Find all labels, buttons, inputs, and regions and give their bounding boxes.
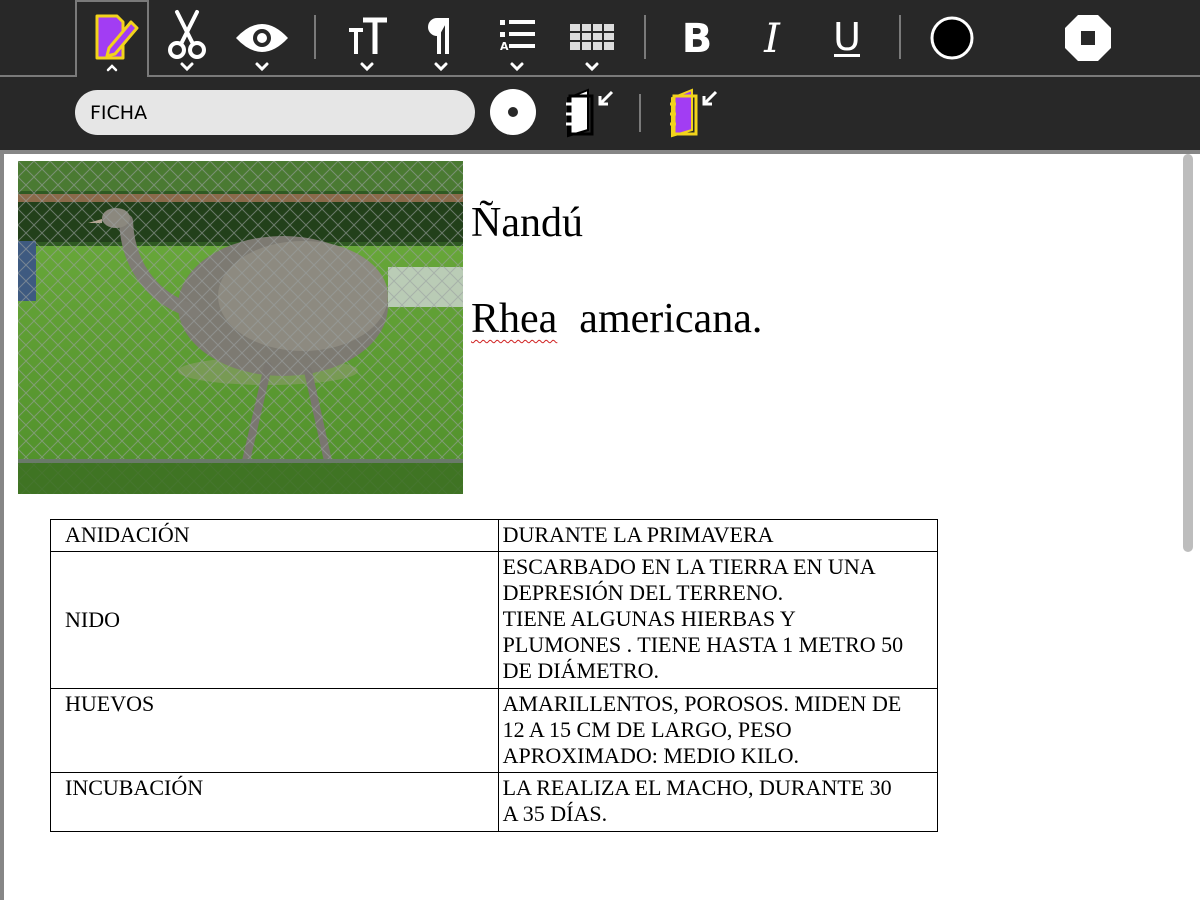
underline-icon: U xyxy=(833,15,861,59)
table-row: INCUBACIÓN LA REALIZA EL MACHO, DURANTE … xyxy=(50,772,939,832)
table-icon xyxy=(570,24,614,72)
view-button[interactable] xyxy=(232,0,292,76)
cell-line: PLUMONES . TIENE HASTA 1 METRO 50 xyxy=(502,632,904,657)
cell-line: A 35 DÍAS. xyxy=(502,801,608,826)
stop-icon xyxy=(1065,15,1111,61)
text-size-icon xyxy=(349,17,387,72)
keep-activity-icon xyxy=(670,88,718,138)
text-button[interactable] xyxy=(337,0,397,76)
rhea-photo xyxy=(18,161,463,494)
table-cell-key[interactable]: INCUBACIÓN xyxy=(50,772,499,832)
share-dot-icon xyxy=(490,89,536,135)
eye-icon xyxy=(236,24,288,72)
italic-icon: I xyxy=(763,16,781,62)
keep-activity-button[interactable] xyxy=(664,84,724,142)
svg-text:I: I xyxy=(763,16,781,62)
pilcrow-icon xyxy=(428,18,449,72)
paragraph-button[interactable] xyxy=(411,0,471,76)
svg-text:B: B xyxy=(682,16,713,62)
numbered-list-icon: A xyxy=(500,20,535,72)
table-cell-key[interactable]: ANIDACIÓN xyxy=(50,519,499,552)
table-cell-key[interactable]: NIDO xyxy=(50,551,499,689)
table-cell-key[interactable]: HUEVOS xyxy=(50,688,499,773)
svg-text:A: A xyxy=(500,40,509,53)
toolbar-separator xyxy=(314,15,316,59)
table-cell-value[interactable]: ESCARBADO EN LA TIERRA EN UNA DEPRESIÓN … xyxy=(497,551,939,689)
cell-line: LA REALIZA EL MACHO, DURANTE 30 xyxy=(502,775,892,800)
cell-line: TIENE ALGUNAS HIERBAS Y xyxy=(502,606,796,631)
color-circle-icon xyxy=(930,16,974,60)
cell-line: ESCARBADO EN LA TIERRA EN UNA xyxy=(502,554,876,579)
edit-document-icon xyxy=(95,14,139,72)
subtitle-word-genus: Rhea xyxy=(471,296,558,342)
stop-button[interactable] xyxy=(1058,0,1118,76)
activity-tab-button[interactable] xyxy=(83,0,143,76)
title-input[interactable] xyxy=(75,90,475,135)
share-button[interactable] xyxy=(487,86,541,140)
toolbar-separator xyxy=(644,15,646,59)
scrollbar-thumb[interactable] xyxy=(1183,154,1193,552)
italic-button[interactable]: I xyxy=(742,0,802,76)
document-subtitle[interactable]: Rhea americana. xyxy=(471,298,762,340)
table-row: HUEVOS AMARILLENTOS, POROSOS. MIDEN DE 1… xyxy=(50,688,939,773)
document-page[interactable]: Ñandú Rhea americana. ANIDACIÓN DURANTE L… xyxy=(4,154,1181,900)
keep-journal-icon xyxy=(566,88,614,138)
underline-button[interactable]: U xyxy=(817,0,877,76)
subtitle-word-species: americana. xyxy=(579,296,763,342)
toolbar-separator xyxy=(899,15,901,59)
keep-journal-button[interactable] xyxy=(560,84,620,142)
bold-icon: B xyxy=(682,16,713,62)
scissors-icon xyxy=(168,10,206,72)
table-button[interactable] xyxy=(562,0,622,76)
rhea-photo-icon xyxy=(18,161,463,494)
list-button[interactable]: A xyxy=(487,0,547,76)
cell-line: APROXIMADO: MEDIO KILO. xyxy=(502,743,799,768)
bold-button[interactable]: B xyxy=(667,0,727,76)
info-table[interactable]: ANIDACIÓN DURANTE LA PRIMAVERA NIDO ESCA… xyxy=(50,519,939,832)
document-title[interactable]: Ñandú xyxy=(471,202,583,244)
edit-button[interactable] xyxy=(157,0,217,76)
cell-line: 12 A 15 CM DE LARGO, PESO xyxy=(502,717,792,742)
cell-line: DURANTE LA PRIMAVERA xyxy=(502,522,774,547)
table-cell-value[interactable]: DURANTE LA PRIMAVERA xyxy=(497,519,939,552)
table-cell-value[interactable]: LA REALIZA EL MACHO, DURANTE 30 A 35 DÍA… xyxy=(497,772,939,832)
table-cell-value[interactable]: AMARILLENTOS, POROSOS. MIDEN DE 12 A 15 … xyxy=(497,688,939,773)
cell-line: DEPRESIÓN DEL TERRENO. xyxy=(502,580,784,605)
cell-line: AMARILLENTOS, POROSOS. MIDEN DE xyxy=(502,691,902,716)
table-row: ANIDACIÓN DURANTE LA PRIMAVERA xyxy=(50,519,939,552)
table-row: NIDO ESCARBADO EN LA TIERRA EN UNA DEPRE… xyxy=(50,551,939,689)
color-button[interactable] xyxy=(922,0,982,76)
svg-text:U: U xyxy=(833,15,861,59)
cell-line: DE DIÁMETRO. xyxy=(502,658,660,683)
toolbar-separator xyxy=(639,94,641,132)
